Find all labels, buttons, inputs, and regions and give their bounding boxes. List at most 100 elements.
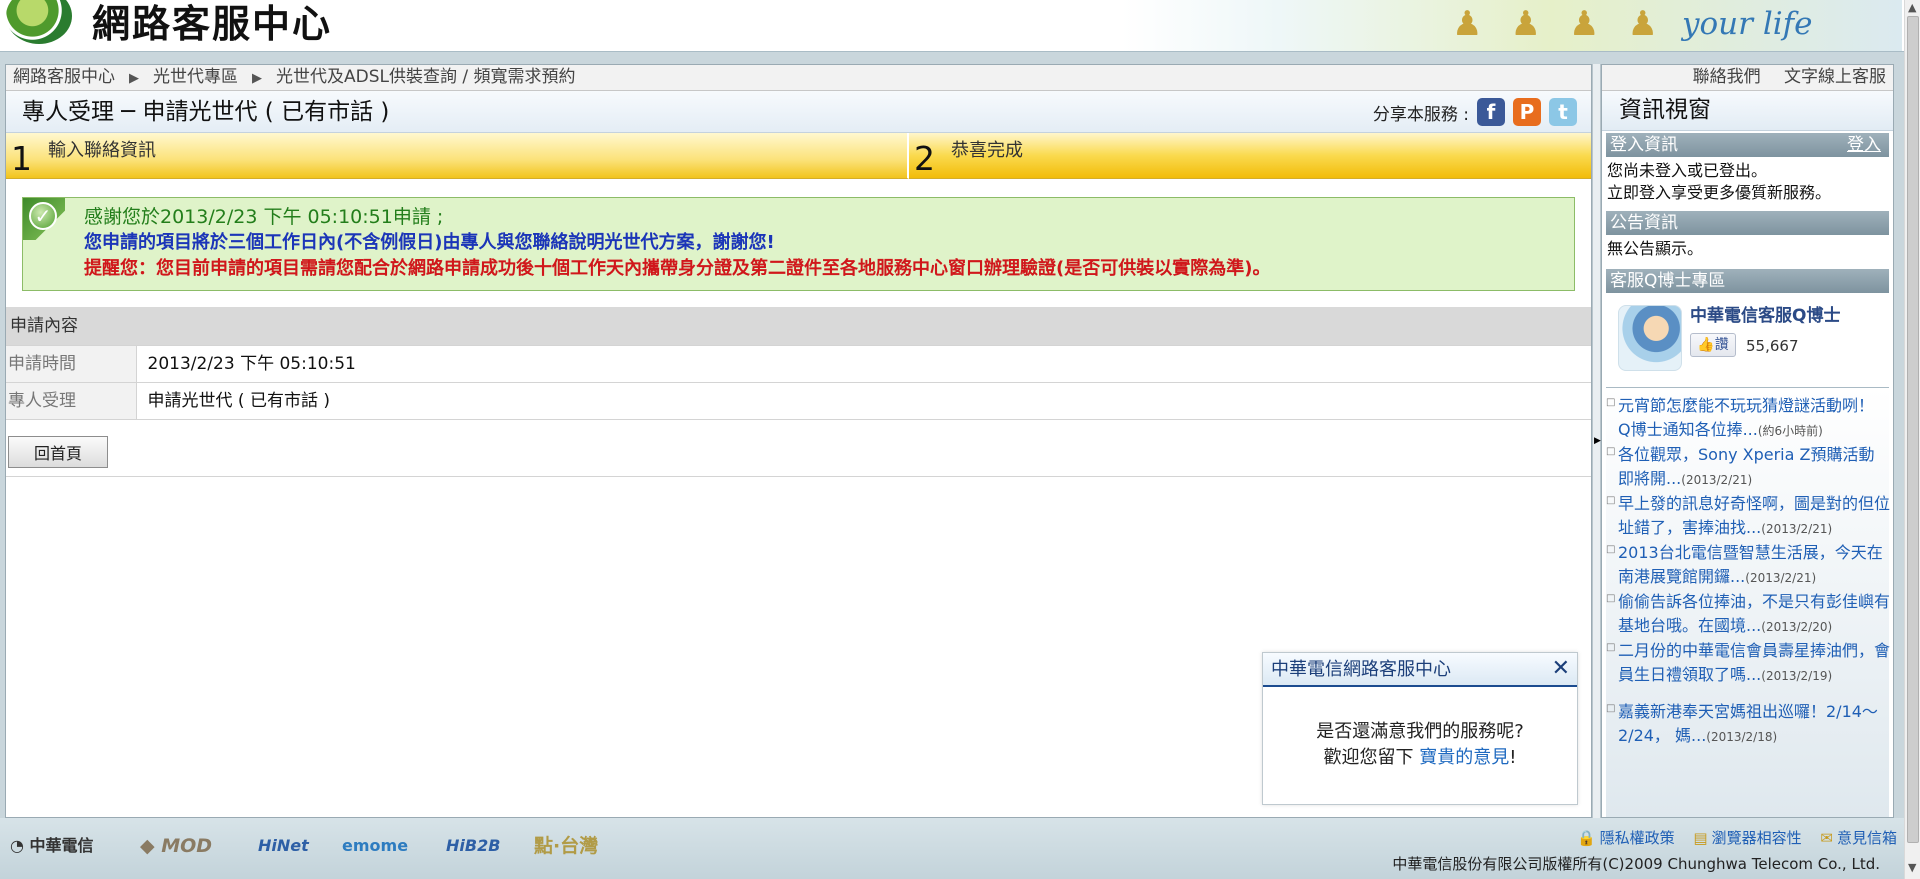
share-area: 分享本服務 : f P t	[1373, 96, 1577, 128]
thanks-message: 感謝您於2013/2/23 下午 05:10:51申請 ;	[84, 206, 444, 228]
brand-link-emome[interactable]: emome	[342, 834, 408, 858]
satisfaction-survey-popup: 中華電信網路客服中心 ✕ 是否還滿意我們的服務呢? 歡迎您留下 寶貴的意見!	[1262, 652, 1578, 805]
page-scrollbar[interactable]: ▲ ▼	[1904, 0, 1920, 879]
text-service-link[interactable]: 文字線上客服	[1784, 67, 1886, 87]
footer-link-label: 隱私權政策	[1599, 829, 1675, 847]
login-link[interactable]: 登入	[1847, 133, 1881, 157]
bullet-icon: □	[1606, 397, 1616, 408]
breadcrumb-separator-icon: ▶	[129, 71, 139, 86]
privacy-policy-link[interactable]: 🔒 隱私權政策	[1577, 829, 1675, 847]
brand-link-hinet[interactable]: HiNet	[258, 834, 309, 858]
login-status-text: 您尚未登入或已登出。	[1607, 161, 1768, 180]
lock-icon: 🔒	[1576, 829, 1596, 847]
header-banner: ♟♟♟♟ your life	[1122, 0, 1902, 51]
home-button-area: 回首頁	[6, 425, 1591, 477]
home-button[interactable]: 回首頁	[8, 436, 108, 468]
panel-splitter[interactable]: ▶	[1592, 64, 1601, 818]
detail-value: 2013/2/23 下午 05:10:51	[136, 345, 1591, 383]
mod-logo-icon: ◆	[140, 835, 162, 857]
list-item[interactable]: □ 早上發的訊息好奇怪啊，圖是對的但位址錯了，害捧油找...(2013/2/21)	[1606, 492, 1890, 541]
banner-figures-icon: ♟♟♟♟	[1452, 4, 1686, 44]
breadcrumb-link-fiber[interactable]: 光世代專區	[153, 67, 238, 87]
page-title: 專人受理 ─ 申請光世代 ( 已有市話 )	[22, 99, 390, 125]
scroll-down-icon[interactable]: ▼	[1908, 862, 1916, 874]
brand-link-clicktaiwan[interactable]: 點·台灣	[534, 834, 598, 858]
plurk-share-icon[interactable]: P	[1513, 98, 1541, 126]
list-item[interactable]: □ 元宵節怎麼能不玩玩猜燈謎活動咧！ Q博士通知各位捧...(約6小時前)	[1606, 394, 1890, 443]
step-2: 2 恭喜完成	[909, 133, 1591, 179]
news-date: (2013/2/21)	[1761, 522, 1833, 536]
survey-header: 中華電信網路客服中心 ✕	[1263, 653, 1577, 687]
news-date: (2013/2/20)	[1761, 620, 1833, 634]
news-link[interactable]: 元宵節怎麼能不玩玩猜燈謎活動咧！ Q博士通知各位捧...	[1618, 396, 1874, 439]
bullet-icon: □	[1606, 593, 1616, 604]
browser-compat-link[interactable]: ▤ 瀏覽器相容性	[1693, 829, 1801, 847]
table-row: 申請時間 2013/2/23 下午 05:10:51	[6, 345, 1591, 383]
site-header: 網路客服中心 ♟♟♟♟ your life	[0, 0, 1920, 52]
news-date: (2013/2/21)	[1681, 473, 1753, 487]
list-item[interactable]: □ 2013台北電信暨智慧生活展，今天在南港展覽館開鑼...(2013/2/21)	[1606, 541, 1890, 590]
title-bar: 專人受理 ─ 申請光世代 ( 已有市話 ) 分享本服務 : f P t	[6, 91, 1591, 133]
news-link[interactable]: 偷偷告訴各位捧油，不是只有彭佳嶼有基地台哦。在國境...	[1618, 592, 1890, 635]
contact-us-link[interactable]: 聯絡我們	[1693, 67, 1761, 87]
contact-message: 您申請的項目將於三個工作日內(不含例假日)由專人與您聯絡說明光世代方案，謝謝您!	[84, 232, 775, 253]
facebook-like-box: 中華電信客服Q博士 👍讚 55,667	[1606, 295, 1889, 383]
share-label: 分享本服務 :	[1372, 104, 1469, 125]
footer-link-label: 意見信箱	[1836, 829, 1897, 847]
step-1: 1 輸入聯絡資訊	[6, 133, 909, 179]
application-details: 申請內容 申請時間 2013/2/23 下午 05:10:51 專人受理 申請光…	[6, 307, 1591, 420]
notice-section-header: 公告資訊	[1606, 211, 1889, 235]
close-icon[interactable]: ✕	[1552, 656, 1570, 682]
survey-invite-prefix: 歡迎您留下	[1323, 747, 1420, 768]
brand-link-mod[interactable]: ◆ MOD	[140, 834, 212, 858]
breadcrumb-separator-icon: ▶	[252, 71, 262, 86]
news-list: □ 元宵節怎麼能不玩玩猜燈謎活動咧！ Q博士通知各位捧...(約6小時前) □ 各位…	[1606, 387, 1890, 817]
scroll-up-icon[interactable]: ▲	[1908, 2, 1916, 14]
cht-logo-icon[interactable]	[6, 0, 72, 44]
thumbs-up-icon: 👍	[1697, 337, 1715, 353]
detail-key: 專人受理	[6, 382, 137, 420]
scrollbar-thumb[interactable]	[1907, 16, 1919, 843]
news-date: (2013/2/18)	[1706, 730, 1778, 744]
facebook-share-icon[interactable]: f	[1477, 98, 1505, 126]
collapse-arrow-icon[interactable]: ▶	[1594, 436, 1601, 446]
news-date: (約6小時前)	[1757, 424, 1823, 438]
news-link[interactable]: 早上發的訊息好奇怪啊，圖是對的但位址錯了，害捧油找...	[1618, 494, 1890, 537]
progress-steps: 1 輸入聯絡資訊 2 恭喜完成	[6, 133, 1591, 179]
qdoctor-avatar[interactable]	[1618, 305, 1682, 371]
list-item[interactable]: □ 各位觀眾，Sony Xperia Z預購活動即將開...(2013/2/21)	[1606, 443, 1890, 492]
brand-link-hib2b[interactable]: HiB2B	[446, 834, 500, 858]
step-label: 輸入聯絡資訊	[48, 140, 156, 161]
survey-invite: 歡迎您留下 寶貴的意見!	[1263, 745, 1577, 771]
info-panel: 聯絡我們 文字線上客服 資訊視窗 登入資訊 登入 您尚未登入或已登出。 立即登入…	[1601, 64, 1894, 818]
feedback-link[interactable]: 寶貴的意見	[1419, 747, 1509, 768]
step-number: 2	[914, 139, 935, 178]
login-promo-text: 立即登入享受更多優質新服務。	[1607, 183, 1832, 202]
twitter-share-icon[interactable]: t	[1549, 98, 1577, 126]
cht-logo-icon: ◔	[10, 836, 30, 855]
reminder-message: 提醒您：您目前申請的項目需請您配合於網路申請成功後十個工作天內攜帶身分證及第二證…	[84, 258, 1271, 279]
breadcrumb-current[interactable]: 光世代及ADSL供裝查詢 / 頻寬需求預約	[276, 67, 576, 87]
breadcrumb-link-home[interactable]: 網路客服中心	[13, 67, 115, 87]
bullet-icon: □	[1606, 495, 1616, 506]
facebook-like-button[interactable]: 👍讚	[1690, 333, 1736, 357]
feedback-mailbox-link[interactable]: ✉ 意見信箱	[1820, 829, 1897, 847]
facebook-page-name[interactable]: 中華電信客服Q博士	[1690, 305, 1840, 327]
details-header: 申請內容	[6, 307, 1591, 346]
step-number: 1	[11, 139, 32, 178]
brand-name: MOD	[161, 835, 213, 857]
details-header-row: 申請內容	[6, 307, 1591, 346]
list-item[interactable]: □ 偷偷告訴各位捧油，不是只有彭佳嶼有基地台哦。在國境...(2013/2/20)	[1606, 590, 1890, 639]
list-item[interactable]: □ 二月份的中華電信會員壽星捧油們，會員生日禮領取了嗎...(2013/2/19)	[1606, 639, 1890, 688]
bullet-icon: □	[1606, 703, 1616, 714]
site-title[interactable]: 網路客服中心	[92, 0, 332, 48]
mail-icon: ✉	[1820, 829, 1833, 847]
brand-link-cht[interactable]: ◔ 中華電信	[10, 834, 94, 858]
top-links: 聯絡我們 文字線上客服	[1602, 65, 1893, 91]
detail-key: 申請時間	[6, 345, 137, 383]
copyright: 中華電信股份有限公司版權所有(C)2009 Chunghwa Telecom C…	[1392, 855, 1880, 873]
footer-links: 🔒 隱私權政策 ▤ 瀏覽器相容性 ✉ 意見信箱	[1563, 828, 1897, 848]
like-count: 55,667	[1746, 337, 1799, 355]
list-item[interactable]: □ 嘉義新港奉天宮媽祖出巡囉！2/14～2/24， 媽...(2013/2/18)	[1606, 700, 1890, 749]
news-link[interactable]: 二月份的中華電信會員壽星捧油們，會員生日禮領取了嗎...	[1618, 641, 1890, 684]
